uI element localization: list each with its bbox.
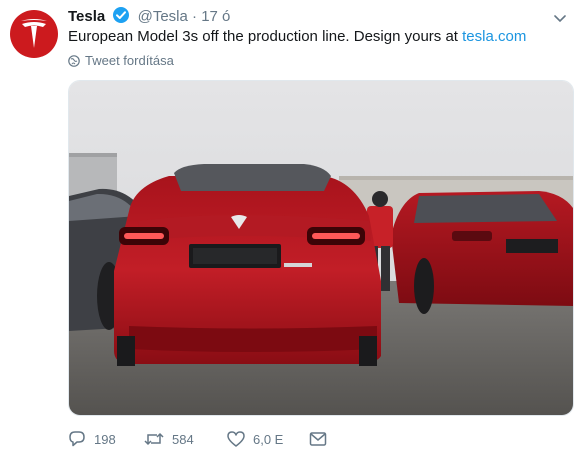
separator-dot: · <box>192 8 198 25</box>
translate-tweet-button[interactable]: Tweet fordítása <box>68 53 174 68</box>
tweet-image[interactable] <box>68 80 574 416</box>
retweet-button[interactable]: 584 <box>144 430 227 448</box>
direct-message-button[interactable] <box>309 431 327 447</box>
author-handle[interactable]: @Tesla <box>138 8 188 25</box>
tweet-link[interactable]: tesla.com <box>462 28 526 45</box>
tweet-text: European Model 3s off the production lin… <box>68 27 526 47</box>
tweet-timestamp[interactable]: 17 ó <box>201 8 230 25</box>
retweet-icon <box>144 432 164 446</box>
tweet-text-main: European Model 3s off the production lin… <box>68 28 463 45</box>
chevron-down-icon[interactable] <box>554 10 566 28</box>
tweet-actions: 198 584 6,0 E <box>68 430 327 448</box>
translate-label: Tweet fordítása <box>85 53 174 68</box>
tesla-cars-photo <box>69 81 573 415</box>
author-name[interactable]: Tesla <box>68 8 105 25</box>
like-button[interactable]: 6,0 E <box>227 430 309 448</box>
retweet-count: 584 <box>172 431 194 447</box>
avatar[interactable] <box>10 10 58 58</box>
like-count: 6,0 E <box>253 431 284 447</box>
like-icon <box>227 431 245 447</box>
reply-count: 198 <box>94 431 116 447</box>
message-icon <box>309 432 327 446</box>
globe-icon <box>68 54 80 67</box>
tesla-logo-icon <box>21 19 47 48</box>
reply-button[interactable]: 198 <box>68 430 144 448</box>
reply-icon <box>69 431 85 447</box>
